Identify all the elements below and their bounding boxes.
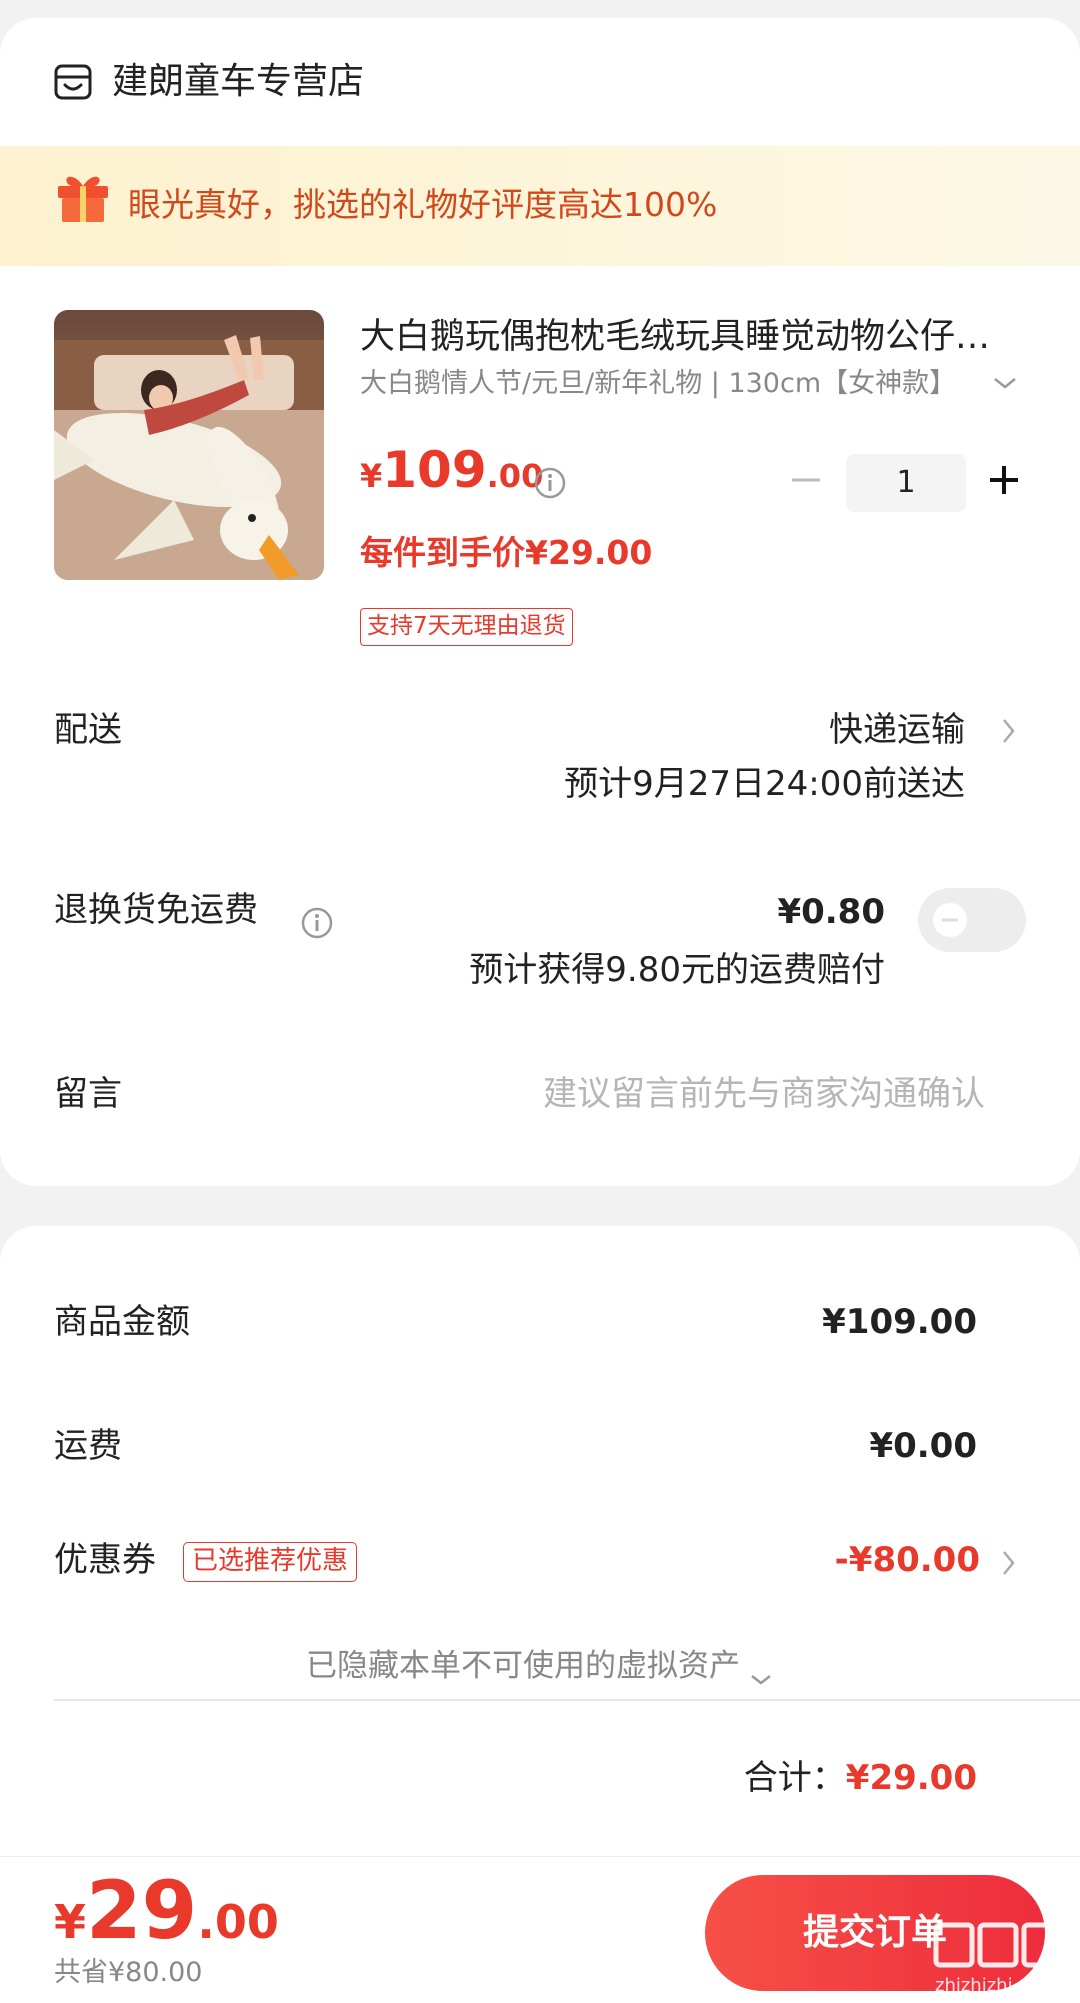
gift-banner: 眼光真好，挑选的礼物好评度高达100% — [0, 146, 1080, 266]
hidden-assets-text: 已隐藏本单不可使用的虚拟资产 — [306, 1648, 740, 1684]
price-currency: ¥ — [360, 457, 383, 495]
divider — [54, 1699, 1080, 1701]
return-fee-note: 预计获得9.80元的运费赔付 — [469, 950, 885, 990]
coupon-value[interactable]: -¥80.00 — [835, 1538, 980, 1582]
coupon-label: 优惠券 — [54, 1540, 156, 1580]
hidden-assets-toggle[interactable]: 已隐藏本单不可使用的虚拟资产 — [0, 1644, 1080, 1688]
coupon-badge: 已选推荐优惠 — [183, 1542, 358, 1582]
message-input[interactable]: 建议留言前先与商家沟通确认 — [543, 1072, 985, 1116]
product-spec[interactable]: 大白鹅情人节/元旦/新年礼物 | 130cm【女神款】 — [360, 366, 960, 402]
store-name[interactable]: 建朗童车专营店 — [112, 60, 364, 104]
product-title[interactable]: 大白鹅玩偶抱枕毛绒玩具睡觉动物公仔女生床上大号娃娃 — [360, 314, 1020, 360]
store-icon — [54, 63, 92, 101]
delivery-label: 配送 — [54, 710, 122, 750]
info-icon[interactable] — [300, 906, 334, 940]
bottom-bar: ¥29.00 共省¥80.00 提交订单 zhizhizhi.com — [0, 1856, 1080, 2003]
pay-currency: ¥ — [54, 1895, 87, 1949]
quantity-input[interactable]: 1 — [846, 454, 966, 512]
goods-amount-value: ¥109.00 — [822, 1302, 977, 1342]
info-icon[interactable] — [533, 466, 567, 500]
gift-icon — [54, 170, 112, 224]
total-label: 合计： — [743, 1758, 846, 1798]
chevron-right-icon[interactable] — [999, 1546, 1019, 1580]
return-fee-price: ¥0.80 — [777, 892, 885, 932]
final-price: 每件到手价¥29.00 — [360, 533, 653, 572]
price-summary-card: 商品金额 ¥109.00 运费 ¥0.00 优惠券 已选推荐优惠 -¥80.00… — [0, 1226, 1080, 1916]
return-fee-toggle[interactable] — [918, 888, 1026, 952]
shipping-value: ¥0.00 — [869, 1426, 977, 1466]
order-card: 建朗童车专营店 眼光真好，挑选的礼物好评度高达100% 大白鹅玩偶抱枕毛绒玩具睡… — [0, 18, 1080, 1186]
shipping-label: 运费 — [54, 1426, 122, 1466]
message-label: 留言 — [54, 1074, 122, 1114]
price-integer: 109 — [382, 441, 487, 499]
banner-text: 眼光真好，挑选的礼物好评度高达100% — [128, 185, 718, 224]
chevron-down-icon — [748, 1658, 774, 1685]
saved-amount: 共省¥80.00 — [54, 1957, 203, 1988]
product-price: ¥109.00 — [360, 440, 543, 512]
return-fee-label: 退换货免运费 — [54, 890, 258, 930]
pay-decimal: .00 — [197, 1895, 279, 1949]
total-value: ¥29.00 — [845, 1758, 977, 1798]
delivery-eta: 预计9月27日24:00前送达 — [564, 764, 965, 804]
pay-integer: 29 — [86, 1864, 198, 1957]
minus-icon[interactable] — [788, 462, 824, 498]
plus-icon[interactable] — [986, 462, 1022, 498]
toggle-off-icon — [932, 902, 968, 938]
return-policy-tag: 支持7天无理由退货 — [360, 608, 573, 646]
total-row: 合计：¥29.00 — [744, 1756, 977, 1800]
chevron-down-icon[interactable] — [992, 368, 1018, 398]
chevron-right-icon[interactable] — [999, 714, 1019, 748]
goods-amount-label: 商品金额 — [54, 1302, 190, 1342]
delivery-method[interactable]: 快递运输 — [829, 708, 965, 752]
watermark-text: zhizhizhi.com — [935, 1975, 1057, 1996]
product-image[interactable] — [54, 310, 324, 580]
